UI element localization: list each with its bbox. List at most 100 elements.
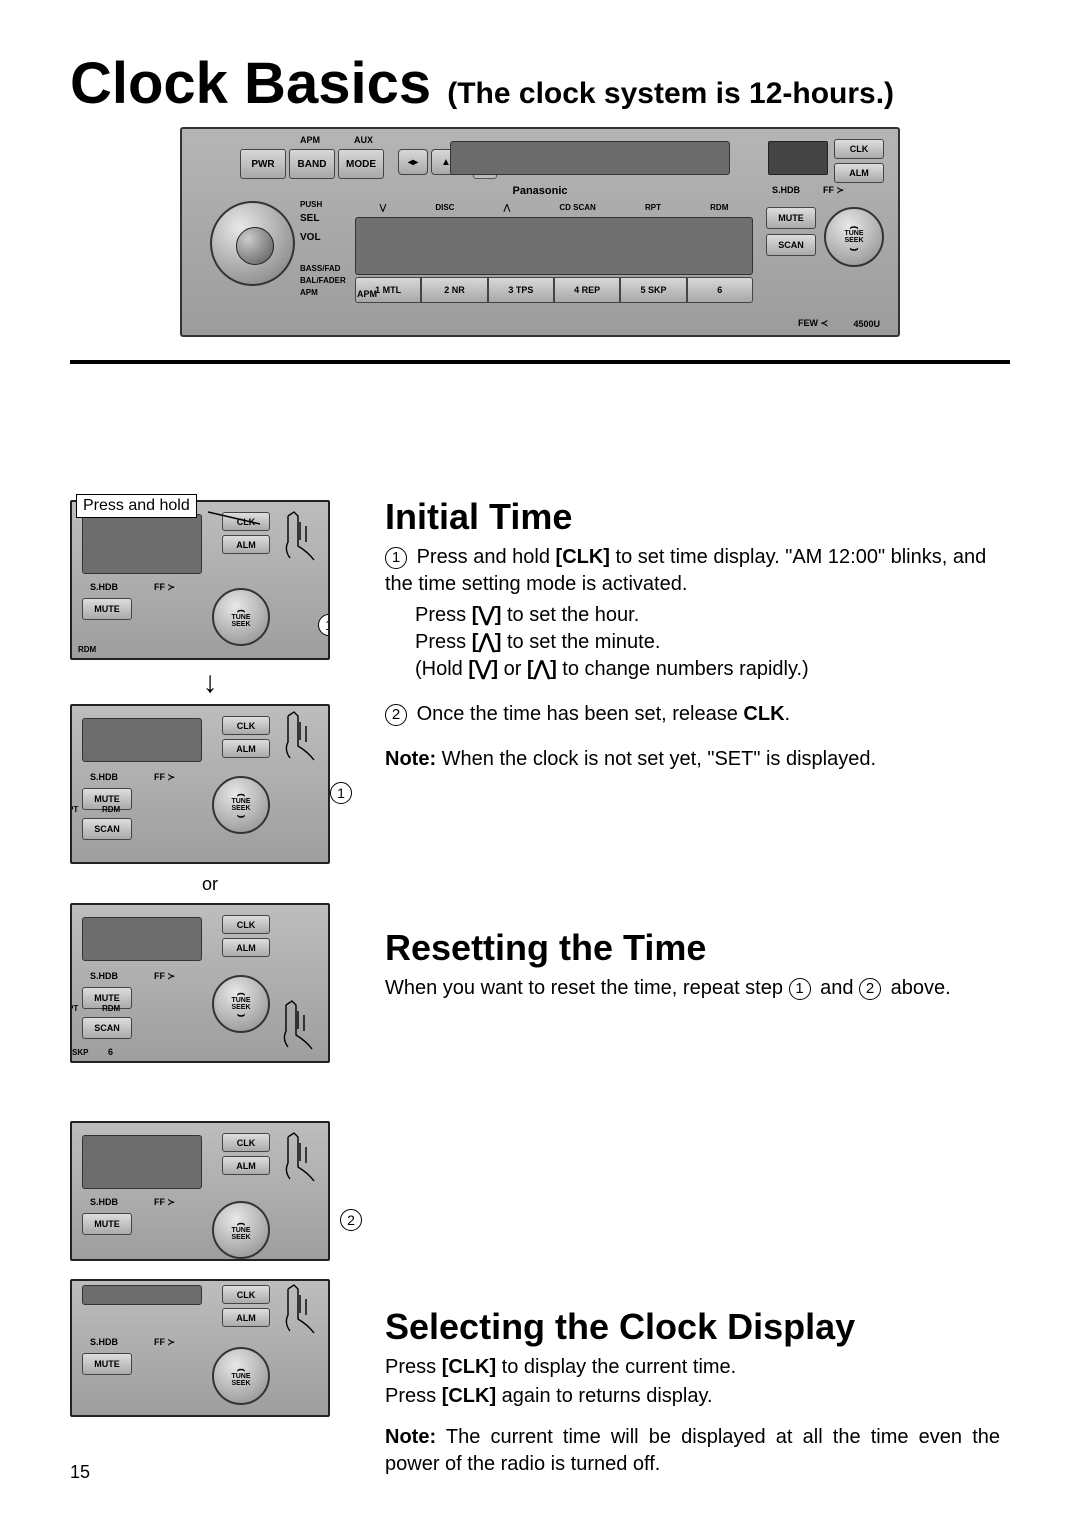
lcd-display bbox=[450, 141, 730, 175]
mini4-shdb: S.HDB bbox=[90, 1197, 118, 1207]
mini2-alm-button: ALM bbox=[222, 739, 270, 758]
mini3-skp: SKP bbox=[72, 1048, 88, 1057]
brand-label: Panasonic bbox=[512, 185, 567, 197]
alm-button: ALM bbox=[834, 163, 884, 183]
mini5-alm-button: ALM bbox=[222, 1308, 270, 1327]
preset-6: 6 bbox=[687, 277, 753, 303]
band-button: BAND bbox=[289, 149, 335, 179]
mini1-ff: FF ≻ bbox=[154, 582, 175, 593]
knob-labels: PUSH SEL VOL BASS/FAD BAL/FADER APM bbox=[300, 199, 346, 299]
volume-knob-icon bbox=[210, 201, 295, 286]
mini3-ff: FF ≻ bbox=[154, 971, 175, 982]
mini-diagram-2: CLK ALM S.HDB FF ≻ MUTE ⌢TUNESEEK⌣ SCAN … bbox=[70, 704, 330, 864]
page-number: 15 bbox=[70, 1462, 90, 1483]
tune-down-icon: ⌣ bbox=[849, 244, 858, 252]
preset-5: 5 SKP bbox=[620, 277, 686, 303]
mini3-alm-button: ALM bbox=[222, 938, 270, 957]
mini1-lcd bbox=[82, 514, 202, 574]
cdscan-label: CD SCAN bbox=[559, 203, 595, 212]
main-radio-diagram: APM AUX PWR BAND MODE ◂▸ ▲ bbox=[70, 127, 1010, 342]
pwr-button: PWR bbox=[240, 149, 286, 179]
mini4-lcd bbox=[82, 1135, 202, 1189]
callout-1: 1 bbox=[318, 614, 330, 636]
title-sub: (The clock system is 12-hours.) bbox=[447, 77, 894, 110]
nav-button: ◂▸ bbox=[398, 149, 428, 175]
step-1-marker: 1 bbox=[385, 547, 407, 569]
resetting-body: When you want to reset the time, repeat … bbox=[385, 975, 1000, 1002]
mini3-scan: SCAN bbox=[82, 1017, 132, 1039]
selecting-body: Press [CLK] to display the current time.… bbox=[385, 1354, 1000, 1478]
preset-2: 2 NR bbox=[421, 277, 487, 303]
mute-button: MUTE bbox=[766, 207, 816, 229]
mini3-clk-button: CLK bbox=[222, 915, 270, 934]
hand-icon bbox=[276, 1129, 326, 1189]
hand-icon bbox=[276, 508, 326, 568]
divider bbox=[70, 360, 1010, 364]
speaker-grille-icon bbox=[768, 141, 828, 175]
tune-seek-button: ⌢ TUNE SEEK ⌣ bbox=[824, 207, 884, 267]
left-diagram-column: Press and hold CLK ALM S.HDB FF ≻ MUTE ⌢… bbox=[70, 500, 350, 1435]
callout-1: 1 bbox=[330, 782, 352, 804]
mini5-clk-button: CLK bbox=[222, 1285, 270, 1304]
mini4-clk-button: CLK bbox=[222, 1133, 270, 1152]
mini2-lcd bbox=[82, 718, 202, 762]
mini5-ff: FF ≻ bbox=[154, 1337, 175, 1348]
mini1-shdb: S.HDB bbox=[90, 582, 118, 592]
selecting-heading: Selecting the Clock Display bbox=[385, 1306, 1000, 1348]
mini4-tune: ⌢TUNESEEK bbox=[212, 1201, 270, 1259]
title-main: Clock Basics bbox=[70, 51, 431, 116]
initial-time-heading: Initial Time bbox=[385, 496, 1000, 538]
mini3-rdm: RDM bbox=[102, 1004, 120, 1013]
tune-up-icon: ⌢ bbox=[849, 222, 858, 230]
down-arrow-icon: ↓ bbox=[70, 668, 350, 698]
page-title: Clock Basics (The clock system is 12-hou… bbox=[70, 50, 1010, 117]
mini1-rdm: RDM bbox=[78, 645, 96, 654]
mini1-tune: ⌢TUNESEEK bbox=[212, 588, 270, 646]
few-label: FEW ≺ bbox=[798, 318, 828, 329]
mini5-mute: MUTE bbox=[82, 1353, 132, 1375]
apm-label: APM bbox=[300, 135, 320, 145]
aux-label: AUX bbox=[354, 135, 373, 145]
mini2-rdm: RDM bbox=[102, 805, 120, 814]
resetting-heading: Resetting the Time bbox=[385, 927, 1000, 969]
mini1-mute: MUTE bbox=[82, 598, 132, 620]
mini4-ff: FF ≻ bbox=[154, 1197, 175, 1208]
mini-diagram-3: CLK ALM S.HDB FF ≻ MUTE ⌢TUNESEEK⌣ SCAN … bbox=[70, 903, 330, 1063]
mini3-pt: PT bbox=[70, 1004, 78, 1013]
mini3-six: 6 bbox=[108, 1047, 113, 1057]
preset-4: 4 REP bbox=[554, 277, 620, 303]
mini3-tune: ⌢TUNESEEK⌣ bbox=[212, 975, 270, 1033]
preset-display bbox=[355, 217, 753, 275]
rpt-label: RPT bbox=[645, 203, 661, 212]
up-icon: ⋀ bbox=[504, 203, 511, 212]
mode-button: MODE bbox=[338, 149, 384, 179]
down-icon: ⋁ bbox=[380, 203, 387, 212]
ff-label: FF ≻ bbox=[823, 185, 844, 196]
content-column: Initial Time 1 Press and hold [CLK] to s… bbox=[385, 496, 1000, 1492]
mini2-tune: ⌢TUNESEEK⌣ bbox=[212, 776, 270, 834]
disc-label: DISC bbox=[435, 203, 454, 212]
hand-icon bbox=[274, 997, 324, 1057]
mini1-alm-button: ALM bbox=[222, 535, 270, 554]
or-label: or bbox=[70, 874, 350, 895]
mini4-alm-button: ALM bbox=[222, 1156, 270, 1175]
press-hold-callout: Press and hold bbox=[76, 494, 197, 518]
callout-2: 2 bbox=[340, 1209, 362, 1231]
shdb-label: S.HDB bbox=[772, 185, 800, 195]
hand-icon bbox=[276, 708, 326, 768]
mini-diagram-5: CLK ALM S.HDB FF ≻ MUTE ⌢TUNESEEK bbox=[70, 1279, 330, 1417]
mini2-scan: SCAN bbox=[82, 818, 132, 840]
mini3-shdb: S.HDB bbox=[90, 971, 118, 981]
preset-buttons: 1 MTL 2 NR 3 TPS 4 REP 5 SKP 6 bbox=[355, 277, 753, 303]
initial-time-body: 1 Press and hold [CLK] to set time displ… bbox=[385, 544, 1000, 773]
hand-icon bbox=[276, 1281, 326, 1341]
step-2-marker: 2 bbox=[385, 704, 407, 726]
bottom-apm-label: APM bbox=[357, 289, 377, 299]
mini2-ff: FF ≻ bbox=[154, 772, 175, 783]
mini2-shdb: S.HDB bbox=[90, 772, 118, 782]
rdm-label: RDM bbox=[710, 203, 728, 212]
mini5-tune: ⌢TUNESEEK bbox=[212, 1347, 270, 1405]
preset-3: 3 TPS bbox=[488, 277, 554, 303]
clk-button: CLK bbox=[834, 139, 884, 159]
mini-diagram-4: CLK ALM S.HDB FF ≻ MUTE ⌢TUNESEEK bbox=[70, 1121, 330, 1261]
